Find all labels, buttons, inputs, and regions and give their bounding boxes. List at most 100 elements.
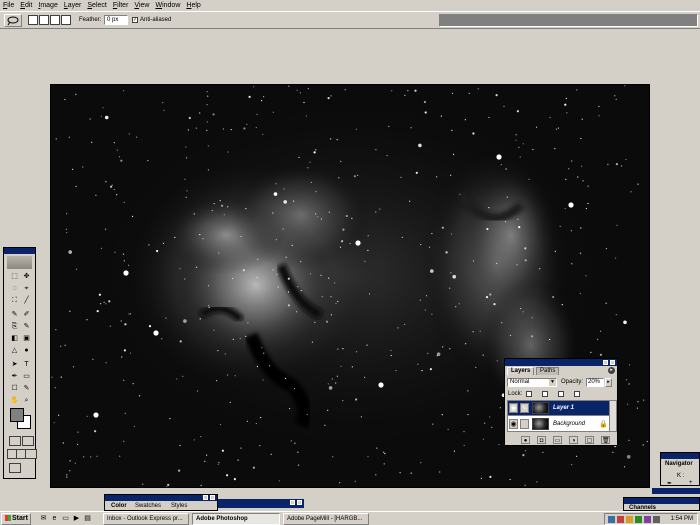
minimize-icon[interactable] xyxy=(203,495,208,500)
eyedropper-tool[interactable]: ✎ xyxy=(21,384,32,394)
layer-row[interactable]: ◉ ✎ Layer 1 xyxy=(508,401,610,416)
folder-icon[interactable]: ▤ xyxy=(83,514,92,523)
jump-to-imageready-button[interactable] xyxy=(9,463,21,473)
crop-tool[interactable]: ⛶ xyxy=(9,296,20,306)
volume-icon[interactable] xyxy=(626,516,633,523)
link-slot[interactable] xyxy=(520,419,529,429)
clock[interactable]: 1:54 PM xyxy=(671,515,693,524)
hand-tool[interactable]: ✋ xyxy=(9,396,20,406)
gradient-tool[interactable]: ▣ xyxy=(21,334,32,344)
pen-tool[interactable]: ✒ xyxy=(9,372,20,382)
color-palette-title-bar[interactable] xyxy=(105,495,217,501)
opacity-slider-button[interactable]: ▸ xyxy=(605,378,612,387)
new-set-icon[interactable]: ▭ xyxy=(553,436,562,444)
zoom-tool[interactable]: ⌕ xyxy=(21,396,32,406)
clone-stamp-tool[interactable]: ⎘ xyxy=(9,322,20,332)
type-tool[interactable]: T xyxy=(21,360,32,370)
standard-mode-button[interactable] xyxy=(9,436,21,446)
quick-mask-mode-button[interactable] xyxy=(22,436,34,446)
palette-menu-icon[interactable]: ▸ xyxy=(608,367,615,374)
close-icon[interactable] xyxy=(297,500,302,505)
menu-file[interactable]: File xyxy=(3,2,14,9)
trash-icon[interactable]: 🗑 xyxy=(601,436,610,444)
navigator-title-bar[interactable] xyxy=(661,453,699,459)
menu-select[interactable]: Select xyxy=(87,2,106,9)
start-button[interactable]: Start xyxy=(1,513,31,525)
path-selection-tool[interactable]: ➤ xyxy=(9,360,20,370)
channels-title-bar[interactable] xyxy=(624,498,699,504)
close-icon[interactable] xyxy=(610,360,615,365)
menu-filter[interactable]: Filter xyxy=(113,2,129,9)
layer-row[interactable]: ◉ Background 🔒 xyxy=(508,417,610,432)
taskbar-item-pagemill[interactable]: Adobe PageMill - [HARGB... xyxy=(283,513,369,525)
layer-mask-icon[interactable]: ◘ xyxy=(537,436,546,444)
lasso-tool[interactable]: ◌ xyxy=(9,284,20,294)
anti-aliased-checkbox[interactable]: ✓ xyxy=(132,17,138,23)
add-selection-mode-button[interactable] xyxy=(39,15,49,25)
window-title-bar[interactable] xyxy=(218,499,304,508)
palette-title-bar[interactable] xyxy=(652,488,700,494)
healing-brush-tool[interactable]: ✎ xyxy=(9,310,20,320)
slice-tool[interactable]: ╱ xyxy=(21,296,32,306)
menu-help[interactable]: Help xyxy=(186,2,200,9)
subtract-selection-mode-button[interactable] xyxy=(50,15,60,25)
display-icon[interactable] xyxy=(653,516,660,523)
eye-icon[interactable]: ◉ xyxy=(509,419,518,429)
photoshop-logo[interactable] xyxy=(7,256,32,269)
network-icon[interactable] xyxy=(608,516,615,523)
tray-app-icon[interactable] xyxy=(644,516,651,523)
history-brush-tool[interactable]: ✎ xyxy=(21,322,32,332)
lock-image-checkbox[interactable] xyxy=(542,391,548,397)
blend-mode-select[interactable]: Normal ▼ xyxy=(507,378,557,387)
lock-transparency-checkbox[interactable] xyxy=(526,391,532,397)
menu-window[interactable]: Window xyxy=(155,2,180,9)
magic-wand-tool[interactable]: ⌖ xyxy=(21,284,32,294)
printer-icon[interactable] xyxy=(635,516,642,523)
toolbox-title-bar[interactable] xyxy=(4,248,35,254)
taskbar-item-outlook[interactable]: Inbox - Outlook Express pr... xyxy=(103,513,189,525)
move-tool[interactable]: ✥ xyxy=(21,272,32,282)
lock-all-checkbox[interactable] xyxy=(574,391,580,397)
shape-tool[interactable]: ▭ xyxy=(21,372,32,382)
lock-position-checkbox[interactable] xyxy=(558,391,564,397)
feather-input[interactable]: 0 px xyxy=(104,15,128,25)
opacity-input[interactable]: 20% xyxy=(586,378,604,387)
taskbar-item-photoshop[interactable]: Adobe Photoshop xyxy=(192,513,280,525)
tab-paths[interactable]: Paths xyxy=(536,367,560,375)
tab-color[interactable]: Color xyxy=(109,503,129,509)
brush-tool[interactable]: ✐ xyxy=(21,310,32,320)
show-desktop-icon[interactable]: ▭ xyxy=(61,514,70,523)
tab-layers[interactable]: Layers xyxy=(507,367,535,375)
media-player-icon[interactable]: ▶ xyxy=(72,514,81,523)
antivirus-icon[interactable] xyxy=(617,516,624,523)
new-layer-icon[interactable]: ▢ xyxy=(585,436,594,444)
palette-well[interactable] xyxy=(439,14,698,27)
outlook-icon[interactable]: ✉ xyxy=(39,514,48,523)
brush-icon[interactable]: ✎ xyxy=(520,403,529,413)
close-icon[interactable] xyxy=(210,495,215,500)
dodge-tool[interactable]: ● xyxy=(21,346,32,356)
notes-tool[interactable]: ☐ xyxy=(9,384,20,394)
marquee-tool[interactable]: ⬚ xyxy=(9,272,20,282)
menu-image[interactable]: Image xyxy=(38,2,57,9)
new-selection-mode-button[interactable] xyxy=(28,15,38,25)
foreground-color-swatch[interactable] xyxy=(10,408,24,422)
minimize-icon[interactable] xyxy=(603,360,608,365)
intersect-selection-mode-button[interactable] xyxy=(61,15,71,25)
menu-view[interactable]: View xyxy=(134,2,149,9)
menu-layer[interactable]: Layer xyxy=(64,2,82,9)
internet-explorer-icon[interactable]: e xyxy=(50,514,59,523)
tool-preset-picker[interactable] xyxy=(4,14,22,27)
blur-tool[interactable]: △ xyxy=(9,346,20,356)
menu-edit[interactable]: Edit xyxy=(20,2,32,9)
layers-scrollbar[interactable] xyxy=(609,401,616,431)
adjustment-layer-icon[interactable]: ◑ xyxy=(569,436,578,444)
full-screen-mode-button[interactable] xyxy=(25,449,37,459)
eye-icon[interactable]: ◉ xyxy=(509,403,518,413)
tab-styles[interactable]: Styles xyxy=(169,503,189,509)
minimize-icon[interactable] xyxy=(290,500,295,505)
layer-style-icon[interactable]: ● xyxy=(521,436,530,444)
eraser-tool[interactable]: ◧ xyxy=(9,334,20,344)
tab-navigator[interactable]: Navigator xyxy=(665,461,693,467)
tab-swatches[interactable]: Swatches xyxy=(133,503,163,509)
